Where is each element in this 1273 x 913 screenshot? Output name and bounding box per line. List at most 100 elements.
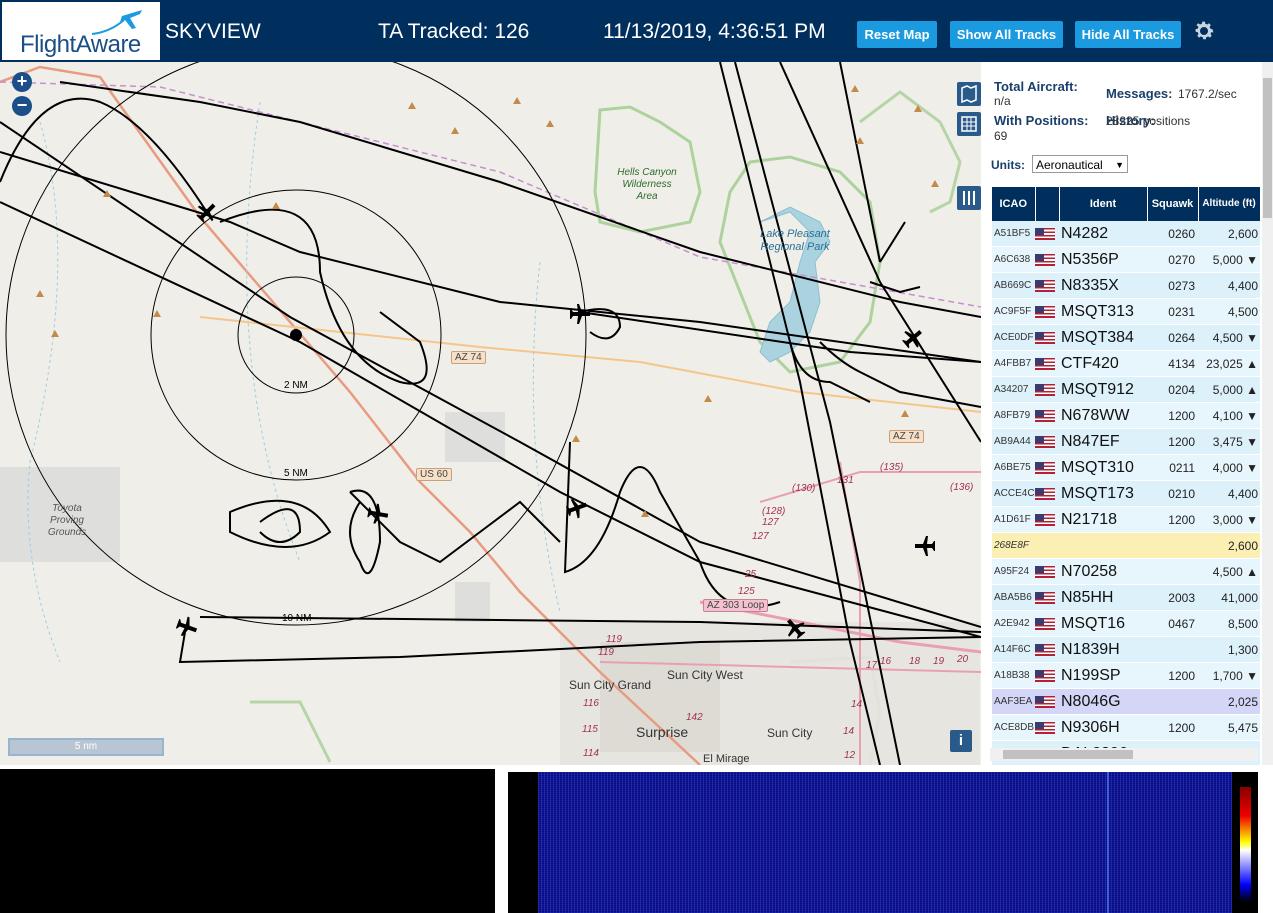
squawk-cell: 0270 bbox=[1147, 246, 1198, 273]
gear-icon[interactable] bbox=[1192, 19, 1216, 43]
altitude-cell: 2,025 bbox=[1198, 688, 1260, 715]
us-flag-icon bbox=[1035, 462, 1055, 475]
squawk-cell: 0231 bbox=[1147, 298, 1198, 325]
show-all-tracks-button[interactable]: Show All Tracks bbox=[950, 21, 1063, 48]
table-row[interactable]: ACE0DF MSQT384 0264 4,500 ▼ bbox=[992, 324, 1260, 351]
altitude-cell: 8,500 bbox=[1198, 610, 1260, 637]
ident-cell: N1839H bbox=[1059, 636, 1147, 663]
table-row[interactable]: A18B38 N199SP 1200 1,700 ▼ bbox=[992, 662, 1260, 689]
altitude-cell: 4,400 bbox=[1198, 480, 1260, 507]
us-flag-icon bbox=[1035, 384, 1055, 397]
icao-cell: A14F6C bbox=[992, 636, 1035, 663]
flag-cell bbox=[1035, 714, 1059, 741]
history-value: 28225 positions bbox=[1106, 114, 1191, 128]
table-row[interactable]: A51BF5 N4282 0260 2,600 bbox=[992, 221, 1260, 247]
altitude-cell: 23,025 ▲ bbox=[1198, 350, 1260, 377]
ident-cell: CTF420 bbox=[1059, 350, 1147, 377]
icao-cell: AAF3EA bbox=[992, 688, 1035, 715]
table-row[interactable]: A95F24 N70258 4,500 ▲ bbox=[992, 558, 1260, 585]
us-flag-icon bbox=[1035, 254, 1055, 267]
us-flag-icon bbox=[1035, 618, 1055, 631]
squawk-cell: 0210 bbox=[1147, 480, 1198, 507]
column-icao[interactable]: ICAO bbox=[992, 187, 1036, 221]
us-flag-icon bbox=[1035, 280, 1055, 293]
ident-cell: MSQT384 bbox=[1059, 324, 1147, 351]
squawk-cell: 1200 bbox=[1147, 662, 1198, 689]
icao-cell: AB9A44 bbox=[992, 428, 1035, 455]
table-row[interactable]: AB669C N8335X 0273 4,400 bbox=[992, 272, 1260, 299]
altitude-cell: 5,475 bbox=[1198, 714, 1260, 741]
flag-cell bbox=[1035, 532, 1059, 559]
icao-cell: ACCE4C bbox=[992, 480, 1035, 507]
ident-cell: MSQT912 bbox=[1059, 376, 1147, 403]
table-row[interactable]: A1D61F N21718 1200 3,000 ▼ bbox=[992, 506, 1260, 533]
table-row[interactable]: A8FB79 N678WW 1200 4,100 ▼ bbox=[992, 402, 1260, 429]
waterfall-signal bbox=[538, 772, 1232, 913]
table-row[interactable]: AC9F5F MSQT313 0231 4,500 bbox=[992, 298, 1260, 325]
table-row[interactable]: A14F6C N1839H 1,300 bbox=[992, 636, 1260, 663]
squawk-cell: 0260 bbox=[1147, 221, 1198, 247]
ident-cell: N5356P bbox=[1059, 246, 1147, 273]
info-icon[interactable]: i bbox=[950, 730, 972, 752]
flag-cell bbox=[1035, 221, 1059, 247]
scale-bar: 5 nm bbox=[8, 738, 164, 756]
squawk-cell bbox=[1147, 688, 1198, 715]
route-number-labels: (130) 131 (135) (136) (128) 127 127 25 1… bbox=[582, 462, 974, 761]
squawk-cell: 0467 bbox=[1147, 610, 1198, 637]
flag-cell bbox=[1035, 584, 1059, 611]
icao-cell: A2E942 bbox=[992, 610, 1035, 637]
table-row[interactable]: AAF3EA N8046G 2,025 bbox=[992, 688, 1260, 715]
vertical-scroll-thumb[interactable] bbox=[1263, 78, 1272, 218]
ta-tracked-count: TA Tracked: 126 bbox=[378, 20, 530, 43]
table-row[interactable]: 268E8F 2,600 bbox=[992, 532, 1260, 559]
ident-cell: MSQT173 bbox=[1059, 480, 1147, 507]
ident-cell: N8335X bbox=[1059, 272, 1147, 299]
table-row[interactable]: ABA5B6 N85HH 2003 41,000 bbox=[992, 584, 1260, 611]
flag-cell bbox=[1035, 324, 1059, 351]
reset-map-button[interactable]: Reset Map bbox=[857, 21, 937, 48]
column-flag[interactable] bbox=[1035, 187, 1060, 221]
table-row[interactable]: A34207 MSQT912 0204 5,000 ▲ bbox=[992, 376, 1260, 403]
table-row[interactable]: AB9A44 N847EF 1200 3,475 ▼ bbox=[992, 428, 1260, 455]
aircraft-table: ICAO Ident Squawk Altitude (ft) A51BF5 N4… bbox=[992, 187, 1261, 765]
table-row[interactable]: ACE8DB N9306H 1200 5,475 bbox=[992, 714, 1260, 741]
altitude-cell: 3,000 ▼ bbox=[1198, 506, 1260, 533]
table-row[interactable]: A2E942 MSQT16 0467 8,500 bbox=[992, 610, 1260, 637]
column-ident[interactable]: Ident bbox=[1059, 187, 1148, 221]
squawk-cell: 0211 bbox=[1147, 454, 1198, 481]
icao-cell: AB669C bbox=[992, 272, 1035, 299]
ident-cell: N199SP bbox=[1059, 662, 1147, 689]
us-flag-icon bbox=[1035, 306, 1055, 319]
table-row[interactable]: A6BE75 MSQT310 0211 4,000 ▼ bbox=[992, 454, 1260, 481]
flightaware-logo[interactable]: FlightAware bbox=[2, 2, 160, 60]
squawk-cell bbox=[1147, 532, 1198, 559]
flag-cell bbox=[1035, 350, 1059, 377]
altitude-cell: 4,400 bbox=[1198, 272, 1260, 299]
us-flag-icon bbox=[1035, 722, 1055, 735]
table-row[interactable]: A4FBB7 CTF420 4134 23,025 ▲ bbox=[992, 350, 1260, 377]
flag-cell bbox=[1035, 454, 1059, 481]
icao-cell: A1D61F bbox=[992, 506, 1035, 533]
total-aircraft-value: n/a bbox=[994, 94, 1011, 108]
icao-cell: ABA5B6 bbox=[992, 584, 1035, 611]
current-datetime: 11/13/2019, 4:36:51 PM bbox=[603, 20, 826, 43]
column-squawk[interactable]: Squawk bbox=[1147, 187, 1199, 221]
flag-cell bbox=[1035, 480, 1059, 507]
squawk-cell: 0264 bbox=[1147, 324, 1198, 351]
flag-cell bbox=[1035, 610, 1059, 637]
table-row[interactable]: A6C638 N5356P 0270 5,000 ▼ bbox=[992, 246, 1260, 273]
hide-all-tracks-button[interactable]: Hide All Tracks bbox=[1075, 21, 1181, 48]
altitude-cell: 41,000 bbox=[1198, 584, 1260, 611]
units-select[interactable]: Aeronautical bbox=[1032, 155, 1128, 174]
table-row[interactable]: ACCE4C MSQT173 0210 4,400 bbox=[992, 480, 1260, 507]
us-flag-icon bbox=[1035, 488, 1055, 501]
altitude-cell: 4,500 ▼ bbox=[1198, 324, 1260, 351]
horizontal-scroll-thumb[interactable] bbox=[1003, 750, 1133, 759]
us-flag-icon bbox=[1035, 410, 1055, 423]
spectrum-panel bbox=[0, 769, 495, 913]
column-altitude[interactable]: Altitude (ft) bbox=[1198, 187, 1261, 221]
flag-cell bbox=[1035, 272, 1059, 299]
map-canvas[interactable]: + − Hells Canyon Wilderness Area Lake Pl… bbox=[0, 62, 981, 765]
squawk-cell bbox=[1147, 558, 1198, 585]
altitude-cell: 1,700 ▼ bbox=[1198, 662, 1260, 689]
